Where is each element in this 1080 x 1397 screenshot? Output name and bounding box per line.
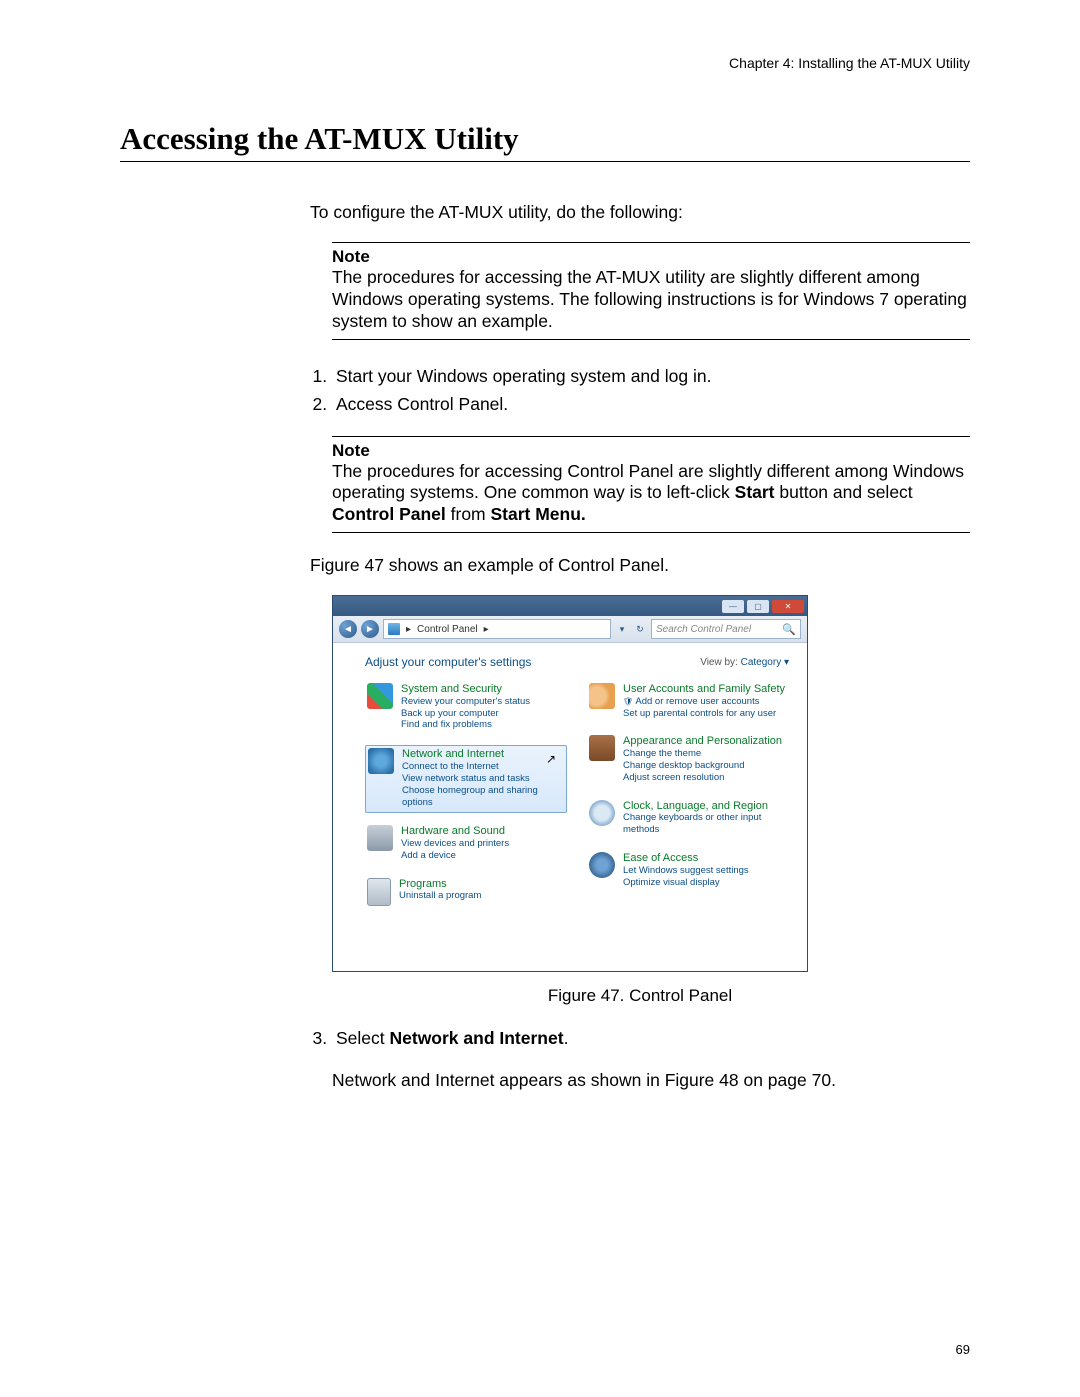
category-user-accounts-and-family-safety[interactable]: User Accounts and Family SafetyAdd or re… bbox=[587, 681, 789, 723]
category-title[interactable]: Network and Internet bbox=[402, 748, 562, 761]
category-system-and-security[interactable]: System and SecurityReview your computer'… bbox=[365, 681, 567, 735]
breadcrumb-sep: ▸ bbox=[406, 624, 411, 635]
category-sublink[interactable]: Add or remove user accounts bbox=[623, 696, 785, 708]
close-button[interactable]: ✕ bbox=[772, 600, 804, 613]
steps-list-2: Select Network and Internet. bbox=[310, 1024, 970, 1052]
category-hardware-and-sound[interactable]: Hardware and SoundView devices and print… bbox=[365, 823, 567, 865]
app-icon bbox=[589, 735, 615, 761]
net-icon bbox=[368, 748, 394, 774]
minimize-button[interactable]: — bbox=[722, 600, 744, 613]
category-sublink[interactable]: Change the theme bbox=[623, 748, 782, 760]
category-title[interactable]: Ease of Access bbox=[623, 852, 749, 865]
adjust-settings-label: Adjust your computer's settings bbox=[365, 655, 531, 669]
clk-icon bbox=[589, 800, 615, 826]
steps-list-1: Start your Windows operating system and … bbox=[310, 362, 970, 418]
category-sublink[interactable]: Add a device bbox=[401, 850, 509, 862]
step-1: Start your Windows operating system and … bbox=[332, 362, 970, 390]
cursor-icon: ↖ bbox=[546, 752, 556, 766]
category-sublink[interactable]: Find and fix problems bbox=[401, 719, 530, 731]
category-title[interactable]: Clock, Language, and Region bbox=[623, 800, 785, 813]
search-icon: 🔍 bbox=[782, 623, 796, 636]
breadcrumb-text: Control Panel bbox=[417, 624, 478, 635]
category-sublink[interactable]: Optimize visual display bbox=[623, 877, 749, 889]
note-block-2: Note The procedures for accessing Contro… bbox=[332, 436, 970, 534]
note-text: The procedures for accessing Control Pan… bbox=[332, 461, 970, 527]
search-placeholder: Search Control Panel bbox=[656, 624, 751, 635]
category-sublink[interactable]: Let Windows suggest settings bbox=[623, 865, 749, 877]
figure-caption: Figure 47. Control Panel bbox=[310, 986, 970, 1006]
category-sublink[interactable]: Uninstall a program bbox=[399, 890, 481, 902]
category-title[interactable]: Appearance and Personalization bbox=[623, 735, 782, 748]
category-sublink[interactable]: Set up parental controls for any user bbox=[623, 708, 785, 720]
category-sublink[interactable]: Change desktop background bbox=[623, 760, 782, 772]
section-title: Accessing the AT-MUX Utility bbox=[120, 121, 970, 162]
category-sublink[interactable]: View devices and printers bbox=[401, 838, 509, 850]
sys-icon bbox=[367, 683, 393, 709]
category-appearance-and-personalization[interactable]: Appearance and PersonalizationChange the… bbox=[587, 733, 789, 787]
category-sublink[interactable]: Connect to the Internet bbox=[402, 761, 562, 773]
category-sublink[interactable]: Review your computer's status bbox=[401, 696, 530, 708]
category-sublink[interactable]: Change keyboards or other input methods bbox=[623, 812, 785, 836]
note-label: Note bbox=[332, 441, 970, 461]
category-title[interactable]: User Accounts and Family Safety bbox=[623, 683, 785, 696]
window-titlebar: — ▢ ✕ bbox=[333, 596, 807, 616]
category-title[interactable]: Hardware and Sound bbox=[401, 825, 509, 838]
dropdown-button[interactable]: ▾ bbox=[615, 624, 629, 635]
eoa-icon bbox=[589, 852, 615, 878]
search-input[interactable]: Search Control Panel 🔍 bbox=[651, 619, 801, 639]
breadcrumb[interactable]: ▸ Control Panel ▸ bbox=[383, 619, 611, 639]
category-sublink[interactable]: Adjust screen resolution bbox=[623, 772, 782, 784]
step-3: Select Network and Internet. bbox=[332, 1024, 970, 1052]
after-step3: Network and Internet appears as shown in… bbox=[332, 1070, 970, 1092]
figure-intro: Figure 47 shows an example of Control Pa… bbox=[310, 555, 970, 577]
category-title[interactable]: System and Security bbox=[401, 683, 530, 696]
intro-paragraph: To configure the AT-MUX utility, do the … bbox=[310, 202, 970, 224]
maximize-button[interactable]: ▢ bbox=[747, 600, 769, 613]
usr-icon bbox=[589, 683, 615, 709]
note-text: The procedures for accessing the AT-MUX … bbox=[332, 267, 970, 333]
category-network-and-internet[interactable]: Network and InternetConnect to the Inter… bbox=[365, 745, 567, 813]
address-bar: ◄ ► ▸ Control Panel ▸ ▾ ↻ Search Control… bbox=[333, 616, 807, 643]
page-number: 69 bbox=[956, 1342, 970, 1357]
control-panel-icon bbox=[388, 623, 400, 635]
breadcrumb-sep: ▸ bbox=[484, 624, 489, 635]
step-2: Access Control Panel. bbox=[332, 390, 970, 418]
category-programs[interactable]: ProgramsUninstall a program bbox=[365, 876, 567, 910]
category-ease-of-access[interactable]: Ease of AccessLet Windows suggest settin… bbox=[587, 850, 789, 892]
view-by[interactable]: View by: Category ▾ bbox=[700, 657, 789, 668]
refresh-button[interactable]: ↻ bbox=[633, 624, 647, 635]
nav-back-button[interactable]: ◄ bbox=[339, 620, 357, 638]
category-sublink[interactable]: Choose homegroup and sharing options bbox=[402, 785, 562, 809]
control-panel-window: — ▢ ✕ ◄ ► ▸ Control Panel ▸ ▾ ↻ Search C… bbox=[332, 595, 808, 972]
category-sublink[interactable]: View network status and tasks bbox=[402, 773, 562, 785]
hw-icon bbox=[367, 825, 393, 851]
note-label: Note bbox=[332, 247, 970, 267]
category-title[interactable]: Programs bbox=[399, 878, 481, 891]
prg-icon bbox=[367, 878, 391, 906]
nav-forward-button[interactable]: ► bbox=[361, 620, 379, 638]
category-clock-language-and-region[interactable]: Clock, Language, and RegionChange keyboa… bbox=[587, 798, 789, 840]
chapter-header: Chapter 4: Installing the AT-MUX Utility bbox=[120, 55, 970, 71]
category-sublink[interactable]: Back up your computer bbox=[401, 708, 530, 720]
note-block-1: Note The procedures for accessing the AT… bbox=[332, 242, 970, 340]
